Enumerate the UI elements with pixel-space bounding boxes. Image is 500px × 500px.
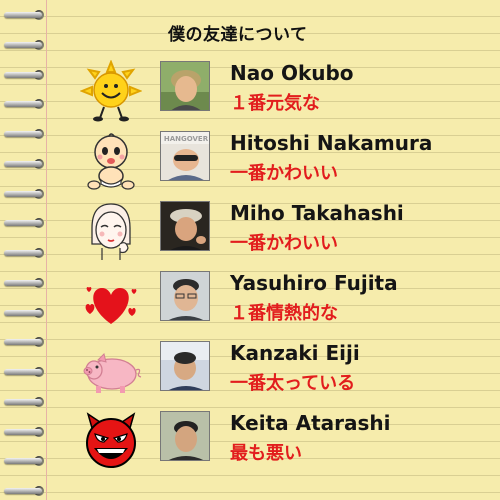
friend-description: 最も悪い xyxy=(230,443,302,464)
friends-list: Nao Okubo １番元気な HANGOVER Hitoshi Nakamur… xyxy=(79,58,490,478)
spiral-ring xyxy=(0,155,60,173)
friend-row: Yasuhiro Fujita １番情熱的な xyxy=(80,268,490,338)
girl-face-character-icon xyxy=(80,200,142,262)
friend-name: Hitoshi Nakamura xyxy=(230,131,433,155)
person-photo-icon xyxy=(160,201,210,251)
friend-name: Keita Atarashi xyxy=(230,411,391,435)
friend-description: 一番太っている xyxy=(230,373,356,394)
spiral-ring xyxy=(0,36,60,54)
person-photo-icon xyxy=(160,411,210,461)
baby-character-icon xyxy=(80,130,142,192)
friend-description: １番情熱的な xyxy=(230,303,338,324)
spiral-ring xyxy=(0,482,60,500)
spiral-ring xyxy=(0,423,60,441)
page-title: 僕の友達について xyxy=(168,25,308,45)
spiral-ring xyxy=(0,125,60,143)
spiral-ring xyxy=(0,304,60,322)
spiral-ring xyxy=(0,274,60,292)
person-photo-icon: HANGOVER xyxy=(160,131,210,181)
spiral-ring xyxy=(0,363,60,381)
friend-description: １番元気な xyxy=(230,93,320,114)
pig-icon xyxy=(80,340,142,402)
spiral-ring xyxy=(0,95,60,113)
friend-name: Nao Okubo xyxy=(230,61,354,85)
friend-row: Keita Atarashi 最も悪い xyxy=(80,408,490,478)
friend-row: Miho Takahashi 一番かわいい xyxy=(80,198,490,268)
friend-row: HANGOVER Hitoshi Nakamura 一番かわいい xyxy=(80,128,490,198)
friend-description: 一番かわいい xyxy=(230,163,338,184)
spiral-ring xyxy=(0,66,60,84)
person-photo-icon xyxy=(160,61,210,111)
person-photo-icon xyxy=(160,271,210,321)
person-photo-icon xyxy=(160,341,210,391)
spiral-ring xyxy=(0,393,60,411)
friend-name: Yasuhiro Fujita xyxy=(230,271,398,295)
smiling-sun-character-icon xyxy=(79,59,143,122)
spiral-ring xyxy=(0,214,60,232)
spiral-binding xyxy=(0,6,60,500)
hearts-icon xyxy=(80,270,142,332)
friend-row: Kanzaki Eiji 一番太っている xyxy=(80,338,490,408)
spiral-ring xyxy=(0,244,60,262)
devil-face-icon xyxy=(80,410,142,472)
spiral-ring xyxy=(0,452,60,470)
friend-name: Miho Takahashi xyxy=(230,201,404,225)
friend-row: Nao Okubo １番元気な xyxy=(79,58,490,128)
spiral-ring xyxy=(0,333,60,351)
friend-description: 一番かわいい xyxy=(230,233,338,254)
spiral-ring xyxy=(0,185,60,203)
photo-banner-text: HANGOVER xyxy=(164,135,209,143)
spiral-ring xyxy=(0,6,60,24)
friend-name: Kanzaki Eiji xyxy=(230,341,360,365)
